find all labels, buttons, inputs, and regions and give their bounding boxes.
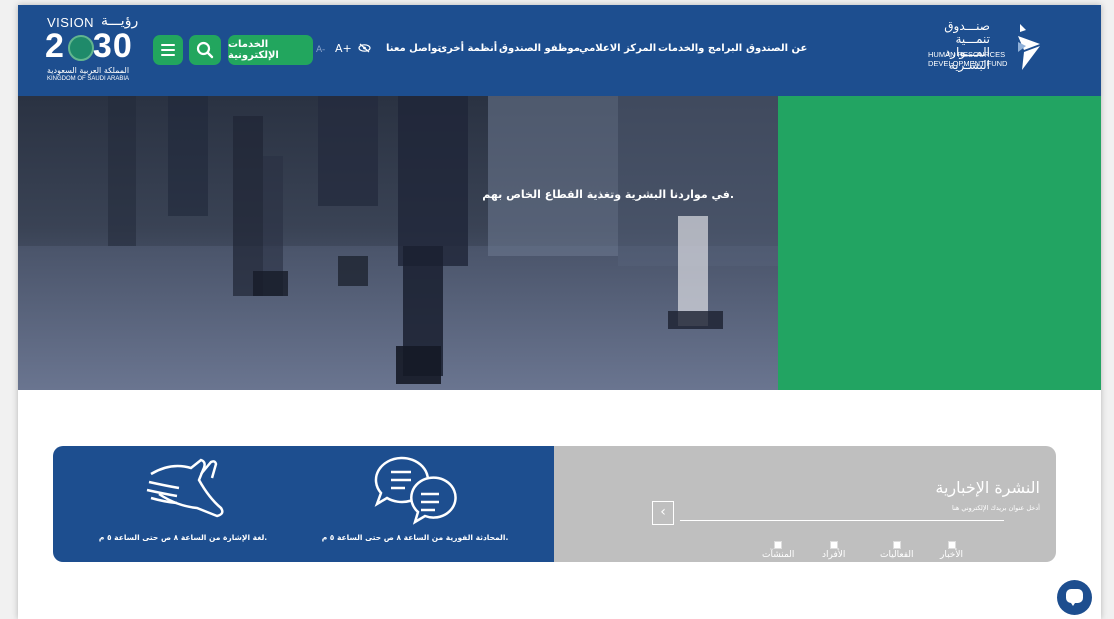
newsletter-option-events[interactable]: الفعاليات [880, 541, 914, 560]
hero-photo [18, 96, 778, 390]
sign-language-label[interactable]: لغة الإشارة من الساعة ٨ ص حتى الساعة ٥ م… [83, 533, 283, 542]
live-chat-label[interactable]: المحادثة الفورية من الساعة ٨ ص حتى الساع… [315, 533, 515, 542]
hero-green-panel [778, 96, 1101, 390]
newsletter-option-news[interactable]: الأخبار [940, 541, 963, 560]
newsletter-option-establishments[interactable]: المنشآت [762, 541, 794, 560]
search-icon [196, 41, 214, 59]
browser-frame: VISION رؤيـــة 2 30 المملكة العربية السعو… [0, 0, 1114, 619]
menu-button[interactable] [153, 35, 183, 65]
saudi-emblem-icon [68, 35, 94, 61]
newsletter-card: النشرة الإخبارية أدخل عنوان بريدك الإلكت… [554, 446, 1056, 562]
decrease-font-button[interactable]: A- [316, 45, 325, 55]
checkbox[interactable] [774, 541, 783, 549]
page: VISION رؤيـــة 2 30 المملكة العربية السعو… [18, 5, 1101, 619]
newsletter-submit-button[interactable]: ‹ [652, 501, 674, 525]
support-services-card: المحادثة الفورية من الساعة ٨ ص حتى الساع… [53, 446, 555, 562]
sign-language-icon[interactable] [141, 454, 231, 529]
contrast-toggle[interactable] [358, 43, 371, 56]
nav-media-center[interactable]: المركز الاعلامي [579, 43, 656, 54]
checkbox[interactable] [947, 541, 956, 549]
hamburger-menu-icon [161, 41, 175, 59]
logo-text-en: HUMAN RESOURCES DEVELOPMENT FUND [928, 50, 1008, 68]
checkbox[interactable] [892, 541, 901, 549]
vision-2030-logo[interactable]: VISION رؤيـــة 2 30 المملكة العربية السعو… [45, 11, 145, 82]
kingdom-name-en: KINGDOM OF SAUDI ARABIA [47, 76, 130, 82]
newsletter-title: النشرة الإخبارية [935, 478, 1040, 497]
chat-support-button[interactable] [1057, 580, 1092, 615]
increase-font-button[interactable]: A+ [335, 42, 352, 55]
eye-slash-icon [358, 43, 371, 53]
hero-image: في مواردنا البشرية وتغذية القطاع الخاص ب… [18, 96, 778, 390]
hrdf-mark-icon [1018, 24, 1040, 70]
checkbox[interactable] [829, 541, 838, 549]
nav-programs-services[interactable]: البرامج والخدمات [658, 43, 742, 54]
chevron-left-icon: ‹ [660, 504, 666, 520]
hero-text: في مواردنا البشرية وتغذية القطاع الخاص ب… [482, 188, 734, 201]
nav-contact[interactable]: تواصل معنا [386, 43, 441, 54]
nav-fund-employees[interactable]: موظفو الصندوق [499, 43, 580, 54]
search-button[interactable] [189, 35, 221, 65]
newsletter-input-underline [680, 520, 1004, 521]
chat-bubbles-icon[interactable] [371, 454, 461, 529]
nav-about-fund[interactable]: عن الصندوق [746, 43, 807, 54]
site-header: VISION رؤيـــة 2 30 المملكة العربية السعو… [18, 5, 1101, 96]
nav-other-systems[interactable]: أنظمة أخرى [438, 43, 497, 54]
e-services-button[interactable]: الخدمات الإلكترونية [228, 35, 313, 65]
newsletter-email-input[interactable]: أدخل عنوان بريدك الإلكتروني هنا [854, 504, 1040, 512]
hrdf-logo[interactable]: صنـــدوق تنمـــية المـــوارد البشـرية HU… [928, 20, 1088, 78]
newsletter-option-individuals[interactable]: الأفراد [822, 541, 845, 560]
kingdom-name-ar: المملكة العربية السعودية [47, 66, 130, 75]
